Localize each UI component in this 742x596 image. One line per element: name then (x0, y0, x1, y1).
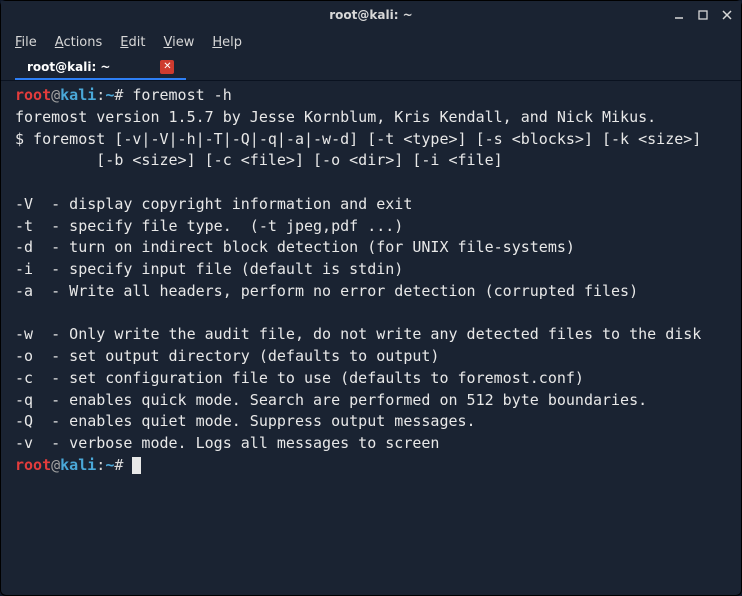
prompt-user: root (15, 456, 51, 474)
output-line: -t - specify file type. (-t jpeg,pdf ...… (15, 217, 403, 235)
output-line: -d - turn on indirect block detection (f… (15, 238, 575, 256)
terminal-body[interactable]: root@kali:~# foremost -h foremost versio… (1, 81, 741, 595)
menu-help[interactable]: Help (212, 35, 242, 50)
tab-close-icon[interactable]: ✕ (160, 60, 174, 74)
output-line: -o - set output directory (defaults to o… (15, 347, 439, 365)
output-line: -Q - enables quiet mode. Suppress output… (15, 412, 476, 430)
output-line: -q - enables quick mode. Search are perf… (15, 391, 647, 409)
tab-label: root@kali: ~ (27, 60, 110, 74)
menu-actions[interactable]: Actions (55, 35, 103, 50)
close-button[interactable] (719, 7, 735, 23)
menubar: File Actions Edit View Help (1, 29, 741, 55)
output-line: -a - Write all headers, perform no error… (15, 282, 638, 300)
menu-view[interactable]: View (163, 35, 194, 50)
command-line: foremost -h (123, 86, 231, 104)
output-line: -v - verbose mode. Logs all messages to … (15, 434, 439, 452)
prompt-colon: : (96, 456, 105, 474)
output-line: -c - set configuration file to use (defa… (15, 369, 584, 387)
prompt-at: @ (51, 86, 60, 104)
prompt-path: ~ (105, 86, 114, 104)
titlebar: root@kali: ~ (1, 1, 741, 29)
output-line: -i - specify input file (default is stdi… (15, 260, 403, 278)
menu-edit[interactable]: Edit (120, 35, 145, 50)
prompt-path: ~ (105, 456, 114, 474)
terminal-window: root@kali: ~ File Actions Edit View Help… (0, 0, 742, 596)
output-line: $ foremost [-v|-V|-h|-T|-Q|-q|-a|-w-d] [… (15, 130, 701, 148)
prompt-at: @ (51, 456, 60, 474)
output-line: foremost version 1.5.7 by Jesse Kornblum… (15, 108, 656, 126)
prompt-hash: # (114, 456, 123, 474)
cursor (132, 457, 141, 474)
output-line: -V - display copyright information and e… (15, 195, 412, 213)
output-line: -w - Only write the audit file, do not w… (15, 325, 701, 343)
minimize-button[interactable] (671, 7, 687, 23)
menu-file[interactable]: File (15, 35, 37, 50)
maximize-button[interactable] (695, 7, 711, 23)
prompt-host: kali (60, 86, 96, 104)
prompt-host: kali (60, 456, 96, 474)
prompt-user: root (15, 86, 51, 104)
prompt-colon: : (96, 86, 105, 104)
tabbar: root@kali: ~ ✕ (1, 55, 741, 81)
window-title: root@kali: ~ (329, 8, 412, 22)
tab-terminal[interactable]: root@kali: ~ ✕ (15, 56, 186, 80)
output-line: [-b <size>] [-c <file>] [-o <dir>] [-i <… (15, 151, 503, 169)
window-controls (671, 7, 735, 23)
